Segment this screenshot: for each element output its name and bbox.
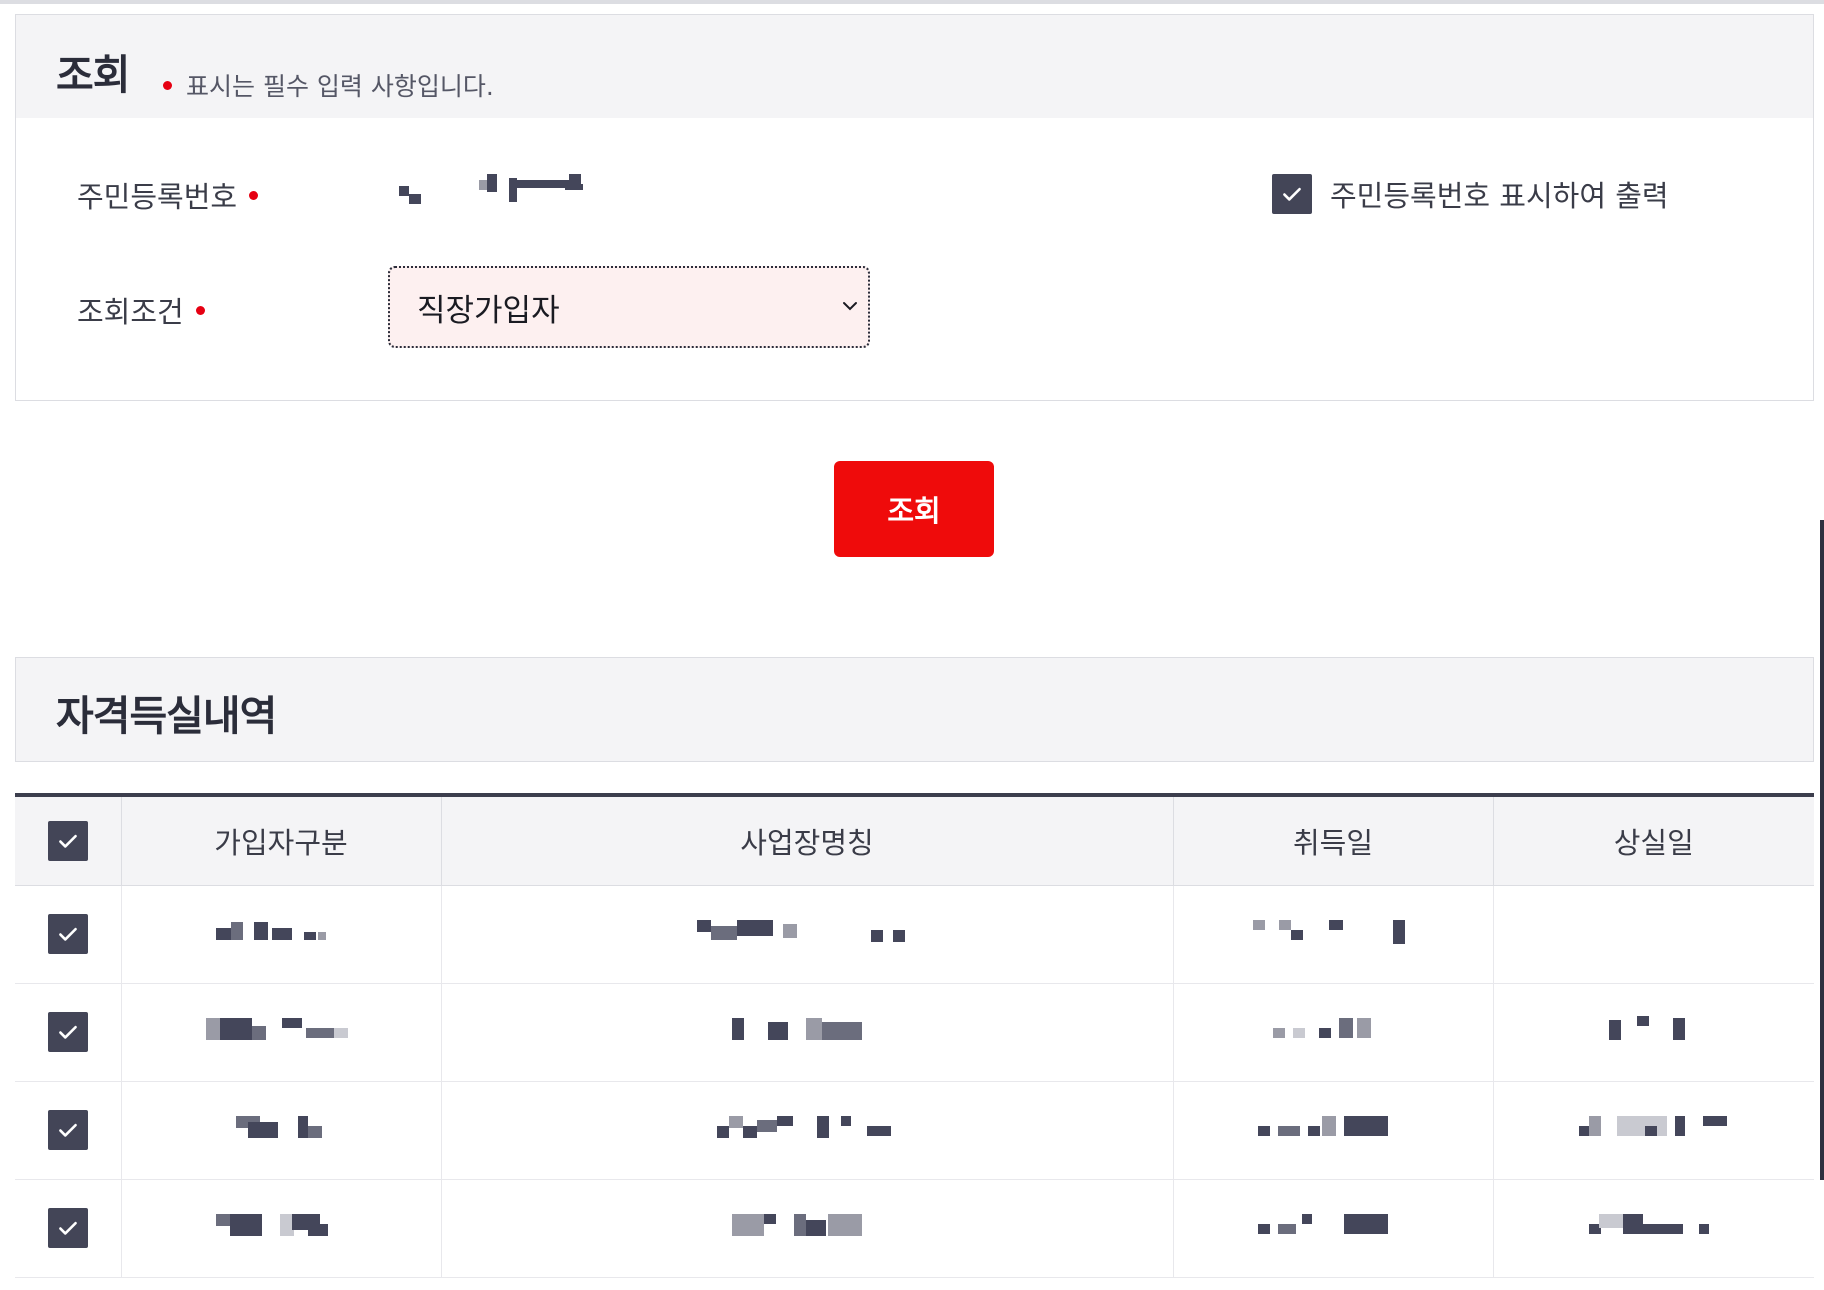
required-dot-icon — [163, 80, 172, 90]
row-select-cell[interactable] — [15, 885, 121, 984]
subscriber-type-cell — [120, 1179, 441, 1278]
lost-date-cell — [1492, 983, 1814, 1082]
condition-label-text: 조회조건 — [77, 295, 184, 329]
row-select-cell[interactable] — [15, 1179, 121, 1278]
table-row[interactable] — [15, 983, 1814, 1082]
subscriber-type-cell — [120, 885, 441, 984]
print-rrn-checkbox[interactable] — [1272, 174, 1312, 214]
search-section-header: 조회 표시는 필수 입력 사항입니다. — [15, 14, 1814, 119]
select-all-checkbox[interactable] — [47, 820, 88, 861]
column-header-subscriber-type: 가입자구분 — [120, 795, 441, 886]
top-border — [0, 0, 1824, 4]
lost-date-cell — [1492, 1179, 1814, 1278]
column-header-workplace-name: 사업장명칭 — [440, 795, 1173, 886]
required-note-text: 표시는 필수 입력 사항입니다. — [186, 72, 494, 101]
check-icon — [1283, 187, 1301, 201]
masked-text — [732, 1212, 882, 1240]
acquired-date-cell — [1172, 1179, 1493, 1278]
masked-text — [1578, 1114, 1729, 1142]
masked-text — [717, 1114, 897, 1142]
column-header-acquired-date: 취득일 — [1172, 795, 1493, 886]
search-button[interactable]: 조회 — [834, 461, 994, 557]
masked-text — [206, 1016, 356, 1044]
required-dot-icon — [195, 305, 205, 315]
acquired-date-cell — [1172, 983, 1493, 1082]
chevron-down-icon — [843, 302, 857, 311]
workplace-name-cell — [440, 1179, 1173, 1278]
masked-text — [1608, 1016, 1699, 1044]
check-icon — [58, 1123, 77, 1137]
masked-text — [1258, 1114, 1408, 1142]
table-row[interactable] — [15, 1081, 1814, 1180]
condition-select[interactable]: 직장가입자 — [388, 266, 870, 348]
row-checkbox[interactable] — [47, 1110, 88, 1150]
masked-text — [236, 1114, 326, 1142]
workplace-name-cell — [440, 885, 1173, 984]
acquired-date-cell — [1172, 885, 1493, 984]
print-rrn-option[interactable]: 주민등록번호 표시하여 출력 — [1272, 173, 1669, 215]
required-dot-icon — [249, 190, 259, 200]
lost-date-cell — [1492, 1081, 1814, 1180]
check-icon — [58, 927, 77, 941]
results-table: 가입자구분 사업장명칭 취득일 상실일 — [15, 793, 1814, 1278]
condition-label: 조회조건 — [77, 289, 205, 331]
masked-text — [1258, 1212, 1408, 1240]
masked-text — [697, 918, 917, 946]
column-header-lost-date: 상실일 — [1492, 795, 1814, 886]
scrollbar-edge[interactable] — [1820, 520, 1824, 1180]
results-section-header: 자격득실내역 — [15, 657, 1814, 762]
required-note: 표시는 필수 입력 사항입니다. — [163, 67, 494, 103]
search-section-title: 조회 — [56, 51, 130, 99]
search-form: 주민등록번호 주민등록번호 표시하여 출력 조회조건 직장가입자 — [15, 118, 1814, 401]
rrn-masked-value — [399, 166, 629, 206]
subscriber-type-cell — [120, 983, 441, 1082]
row-checkbox[interactable] — [47, 914, 88, 954]
check-icon — [58, 1025, 77, 1039]
workplace-name-cell — [440, 983, 1173, 1082]
workplace-name-cell — [440, 1081, 1173, 1180]
table-row[interactable] — [15, 885, 1814, 984]
condition-select-value: 직장가입자 — [417, 292, 560, 329]
masked-text — [1253, 918, 1413, 946]
rrn-label: 주민등록번호 — [77, 174, 259, 216]
print-rrn-label: 주민등록번호 표시하여 출력 — [1330, 179, 1669, 213]
check-icon — [58, 834, 77, 848]
check-icon — [58, 1221, 77, 1235]
row-checkbox[interactable] — [47, 1208, 88, 1248]
table-header-row: 가입자구분 사업장명칭 취득일 상실일 — [15, 795, 1814, 886]
rrn-label-text: 주민등록번호 — [77, 180, 238, 214]
header-select-all[interactable] — [15, 795, 121, 886]
masked-text — [1588, 1212, 1719, 1240]
row-select-cell[interactable] — [15, 1081, 121, 1180]
lost-date-cell — [1492, 885, 1814, 984]
masked-text — [732, 1016, 882, 1044]
masked-text — [216, 1212, 346, 1240]
row-select-cell[interactable] — [15, 983, 121, 1082]
masked-text — [216, 918, 346, 946]
subscriber-type-cell — [120, 1081, 441, 1180]
results-section-title: 자격득실내역 — [56, 692, 277, 740]
masked-text — [1273, 1016, 1393, 1044]
row-checkbox[interactable] — [47, 1012, 88, 1052]
table-row[interactable] — [15, 1179, 1814, 1278]
acquired-date-cell — [1172, 1081, 1493, 1180]
